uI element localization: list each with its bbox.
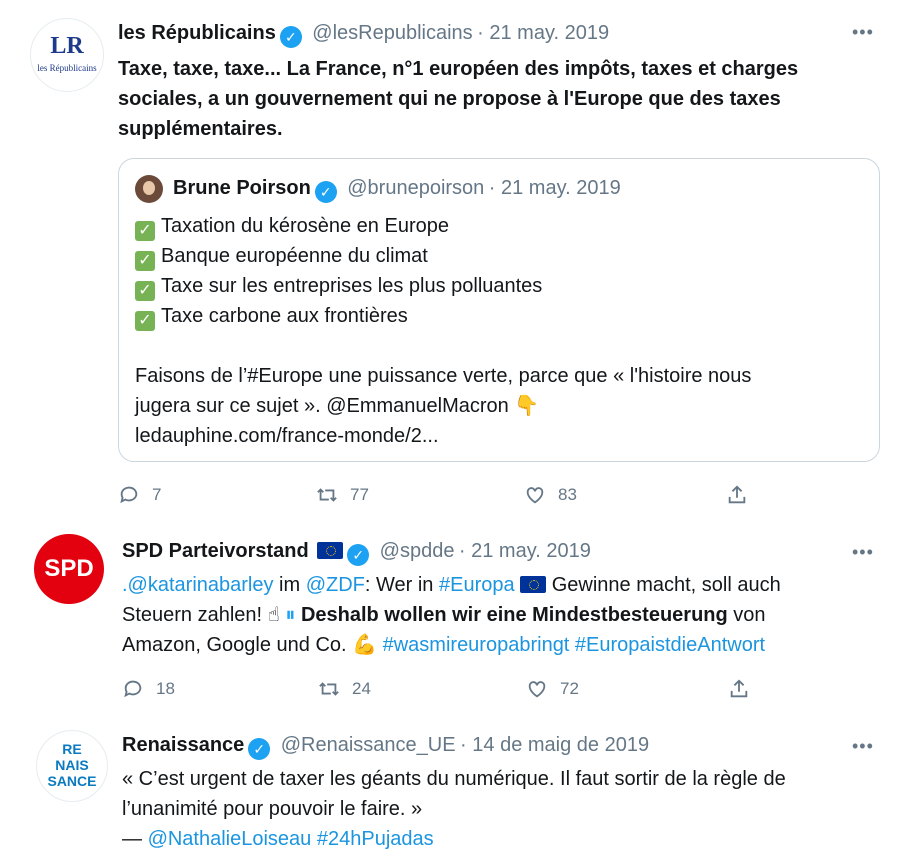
- tweet-renaissance[interactable]: RE NAIS SANCE Renaissance ✓ @Renaissance_…: [0, 716, 922, 862]
- author-handle[interactable]: @spdde: [380, 540, 455, 562]
- tweet-line-2: Steuern zahlen! ☝ ⏸ Deshalb wollen wir e…: [122, 600, 882, 630]
- reply-count: 7: [152, 485, 162, 504]
- quote-body: Faisons de l’#Europe une puissance verte…: [135, 361, 865, 451]
- quote-link[interactable]: ledauphine.com/france-monde/2...: [135, 421, 865, 451]
- tweet-date[interactable]: · 21 may. 2019: [459, 540, 591, 562]
- avatar-lesrepublicains[interactable]: LR les Républicains: [30, 18, 104, 92]
- tweet-line-3: Amazon, Google und Co. 💪 #wasmireuropabr…: [122, 630, 882, 660]
- tweet-text: « C’est urgent de taxer les géants du nu…: [122, 764, 892, 854]
- retweet-count: 24: [352, 679, 371, 698]
- author-handle[interactable]: @Renaissance_UE: [281, 734, 456, 756]
- reply-icon: [120, 486, 138, 504]
- tweet-text: .@katarinabarley im @ZDF: Wer in #Europa…: [122, 570, 882, 660]
- quote-body-line-2: jugera sur ce sujet ». @EmmanuelMacron 👇: [135, 391, 865, 421]
- like-icon: [528, 681, 546, 698]
- pause-icon: ⏸: [285, 604, 296, 626]
- verified-icon: ✓: [248, 738, 271, 760]
- like-count: 72: [560, 679, 579, 698]
- pointing-up-icon: ☝: [267, 604, 280, 626]
- mention-link[interactable]: .@katarinabarley: [122, 574, 273, 596]
- like-button[interactable]: 72: [526, 678, 579, 700]
- check-icon: ✓: [135, 221, 155, 241]
- tweet-text: Taxe, taxe, taxe... La France, n°1 europ…: [118, 58, 799, 140]
- flexed-biceps-icon: 💪: [352, 634, 378, 656]
- author-handle[interactable]: @lesRepublicains: [312, 22, 472, 44]
- check-icon: ✓: [135, 251, 155, 271]
- hashtag-link[interactable]: #Europa: [439, 574, 515, 596]
- tweet-date[interactable]: · 14 de maig de 2019: [460, 734, 649, 756]
- tweet-header: SPD Parteivorstand ✓ @spdde · 21 may. 20…: [122, 540, 591, 566]
- like-icon: [526, 487, 544, 504]
- tweet-date[interactable]: · 21 may. 2019: [477, 22, 609, 44]
- reply-count: 18: [156, 679, 175, 698]
- tweet-spd[interactable]: SPD SPD Parteivorstand ✓ @spdde · 21 may…: [0, 520, 922, 716]
- tweet-actions: 18 24 72: [122, 674, 882, 704]
- reply-button[interactable]: 7: [118, 484, 161, 506]
- retweet-icon: [317, 488, 337, 502]
- tweet-lesrepublicains[interactable]: LR les Républicains les Républicains ✓ @l…: [0, 0, 922, 520]
- author-name[interactable]: SPD Parteivorstand: [122, 540, 309, 562]
- retweet-button[interactable]: 77: [316, 484, 369, 506]
- quote-checklist: ✓ Taxation du kérosène en Europe ✓ Banque …: [135, 211, 855, 331]
- verified-icon: ✓: [279, 26, 302, 48]
- verified-icon: ✓: [314, 181, 337, 203]
- avatar-spd[interactable]: SPD: [34, 534, 104, 604]
- pointing-down-icon: 👇: [514, 395, 540, 417]
- check-icon: ✓: [135, 311, 155, 331]
- share-icon: [730, 679, 748, 698]
- quote-header: Brune Poirson ✓ @brunepoirson · 21 may. 2…: [173, 177, 621, 203]
- check-icon: ✓: [135, 281, 155, 301]
- tweet-line-1: « C’est urgent de taxer les géants du nu…: [122, 768, 786, 790]
- quote-body-line-1: Faisons de l’#Europe une puissance verte…: [135, 365, 752, 387]
- quote-date: · 21 may. 2019: [488, 177, 621, 199]
- quote-author-name[interactable]: Brune Poirson: [173, 177, 311, 199]
- tweet-header: les Républicains ✓ @lesRepublicains · 21 …: [118, 22, 609, 48]
- renaissance-logo: RE NAIS SANCE: [47, 741, 97, 789]
- author-name[interactable]: Renaissance: [122, 734, 244, 756]
- spd-logo-text: SPD: [44, 555, 94, 582]
- more-icon[interactable]: •••: [852, 22, 874, 43]
- like-button[interactable]: 83: [524, 484, 577, 506]
- like-count: 83: [558, 485, 577, 504]
- quote-author-handle[interactable]: @brunepoirson: [347, 177, 484, 199]
- tweet-actions: 7 77 83: [118, 480, 878, 510]
- share-button[interactable]: [728, 678, 750, 700]
- author-name[interactable]: les Républicains: [118, 22, 276, 44]
- retweet-count: 77: [350, 485, 369, 504]
- reply-icon: [124, 680, 142, 698]
- more-icon[interactable]: •••: [852, 736, 874, 757]
- more-icon[interactable]: •••: [852, 542, 874, 563]
- avatar-brunepoirson[interactable]: [135, 175, 163, 203]
- eu-flag-icon: [520, 576, 547, 593]
- share-icon: [728, 485, 746, 504]
- avatar-renaissance[interactable]: RE NAIS SANCE: [36, 730, 108, 802]
- tweet-line-3: — @NathalieLoiseau #24hPujadas: [122, 828, 434, 850]
- retweet-button[interactable]: 24: [318, 678, 371, 700]
- checklist-item: ✓ Taxation du kérosène en Europe: [135, 211, 855, 241]
- verified-icon: ✓: [347, 544, 370, 566]
- checklist-item: ✓ Banque européenne du climat: [135, 241, 855, 271]
- lr-logo-text: LR: [50, 33, 84, 59]
- checklist-item: ✓ Taxe carbone aux frontières: [135, 301, 855, 331]
- mention-link[interactable]: @ZDF: [306, 574, 365, 596]
- hashtag-links[interactable]: #wasmireuropabringt #EuropaistdieAntwort: [383, 634, 765, 656]
- reply-button[interactable]: 18: [122, 678, 175, 700]
- mention-hashtag-links[interactable]: @NathalieLoiseau #24hPujadas: [148, 828, 434, 850]
- lr-logo-subtext: les Républicains: [37, 63, 97, 73]
- tweet-line-2: l’unanimité pour pouvoir le faire. »: [122, 798, 423, 820]
- quoted-tweet[interactable]: Brune Poirson ✓ @brunepoirson · 21 may. 2…: [118, 158, 880, 462]
- eu-flag-icon: [317, 542, 344, 559]
- tweet-header: Renaissance ✓ @Renaissance_UE · 14 de mai…: [122, 734, 649, 760]
- share-button[interactable]: [726, 484, 748, 506]
- tweet-line-1: .@katarinabarley im @ZDF: Wer in #Europa…: [122, 574, 781, 596]
- retweet-icon: [319, 682, 339, 696]
- checklist-item: ✓ Taxe sur les entreprises les plus pollu…: [135, 271, 855, 301]
